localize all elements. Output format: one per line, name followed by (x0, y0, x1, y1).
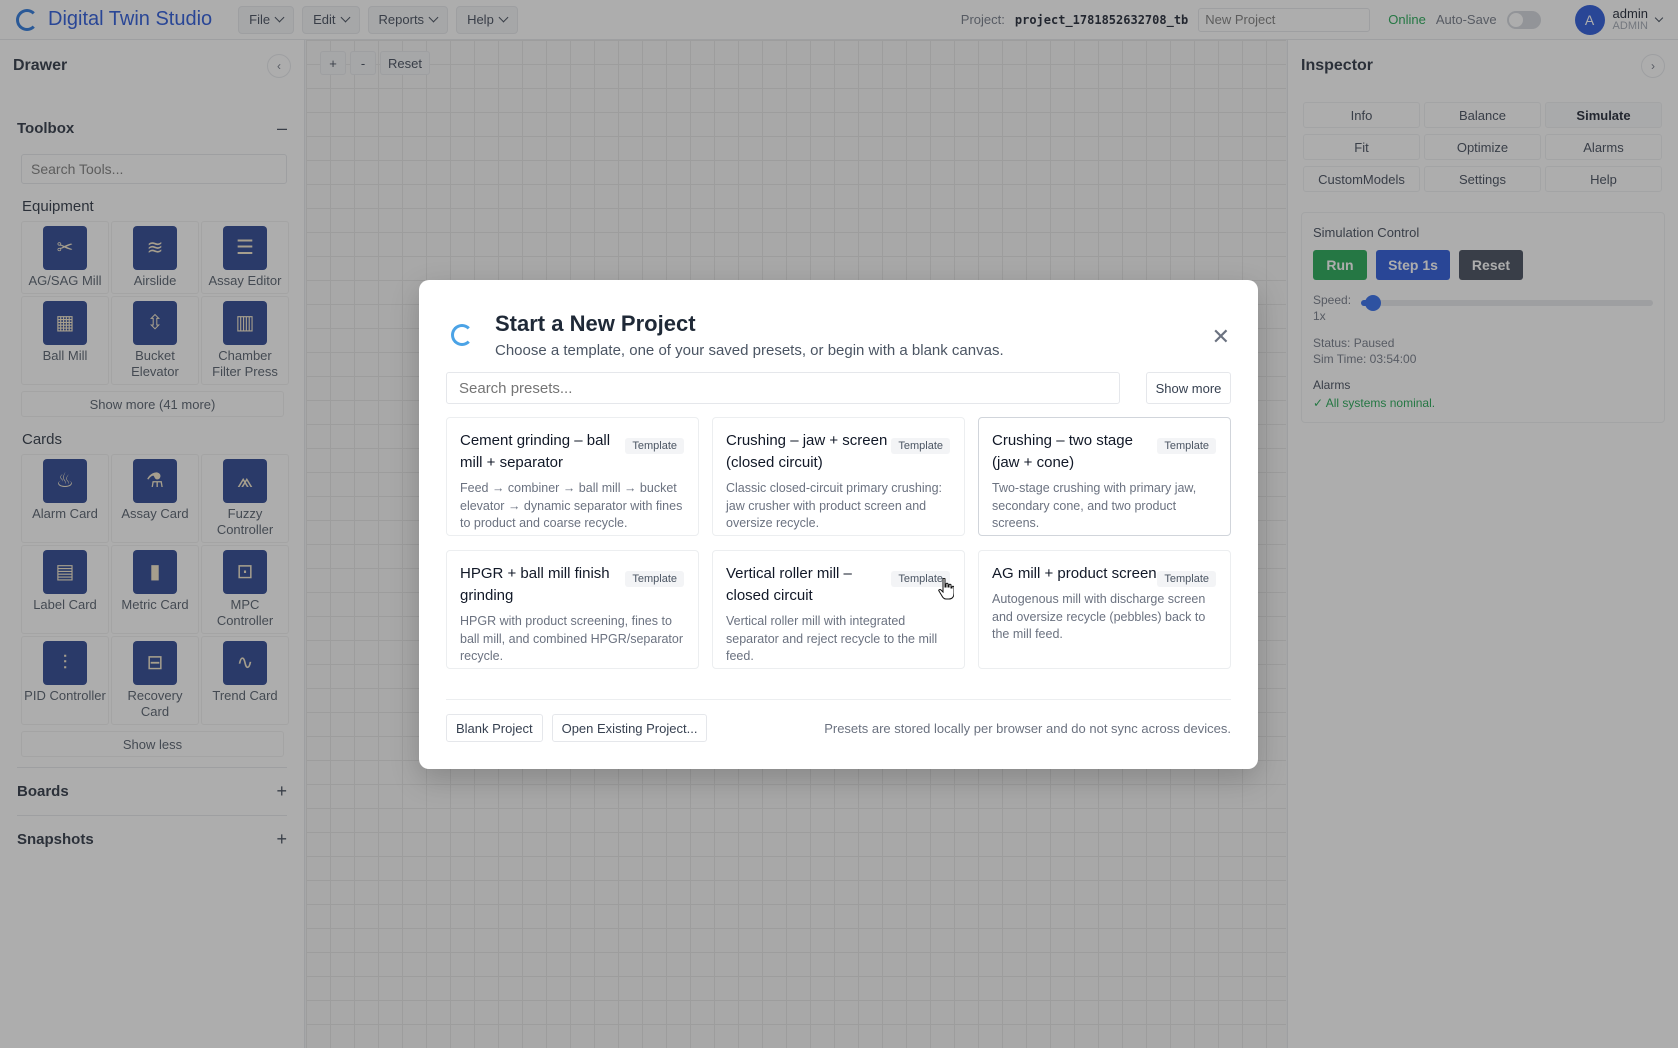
open-existing-project-button[interactable]: Open Existing Project... (551, 714, 708, 742)
show-more-presets-button[interactable]: Show more (1146, 372, 1231, 404)
logo-icon (451, 324, 473, 346)
template-badge: Template (1157, 438, 1216, 454)
close-icon[interactable]: ✕ (1212, 324, 1230, 350)
template-badge: Template (1157, 571, 1216, 587)
preset-description: Vertical roller mill with integrated sep… (726, 614, 938, 663)
preset-description: Feed → combiner → ball mill → bucket ele… (460, 481, 683, 530)
footer-note: Presets are stored locally per browser a… (824, 720, 1231, 736)
template-badge: Template (625, 438, 684, 454)
template-badge: Template (625, 571, 684, 587)
preset-title: Cement grinding – ball mill + separator (460, 432, 611, 471)
new-project-dialog: Start a New Project Choose a template, o… (419, 280, 1258, 769)
preset-title: Vertical roller mill – closed circuit (726, 565, 852, 604)
preset-card[interactable]: Crushing – two stage (jaw + cone) Templa… (978, 417, 1231, 536)
preset-card[interactable]: Cement grinding – ball mill + separator … (446, 417, 699, 536)
preset-card[interactable]: Crushing – jaw + screen (closed circuit)… (712, 417, 965, 536)
preset-title: HPGR + ball mill finish grinding (460, 565, 610, 604)
preset-description: Autogenous mill with discharge screen an… (992, 592, 1206, 641)
pointer-cursor-icon (938, 578, 954, 600)
dialog-subtitle: Choose a template, one of your saved pre… (495, 342, 1004, 359)
preset-card[interactable]: AG mill + product screen Template Autoge… (978, 550, 1231, 669)
preset-description: Classic closed-circuit primary crushing:… (726, 481, 943, 530)
blank-project-button[interactable]: Blank Project (446, 714, 543, 742)
preset-description: HPGR with product screening, fines to ba… (460, 614, 684, 663)
preset-grid: Cement grinding – ball mill + separator … (446, 417, 1231, 669)
preset-title: AG mill + product screen (992, 565, 1157, 582)
dialog-title: Start a New Project (495, 311, 696, 336)
preset-description: Two-stage crushing with primary jaw, sec… (992, 481, 1197, 530)
template-badge: Template (891, 438, 950, 454)
dialog-footer: Blank Project Open Existing Project... P… (446, 699, 1231, 742)
preset-title: Crushing – two stage (jaw + cone) (992, 432, 1133, 471)
preset-search-input[interactable] (446, 372, 1120, 404)
preset-title: Crushing – jaw + screen (closed circuit) (726, 432, 888, 471)
preset-card[interactable]: Vertical roller mill – closed circuit Te… (712, 550, 965, 669)
preset-card[interactable]: HPGR + ball mill finish grinding Templat… (446, 550, 699, 669)
